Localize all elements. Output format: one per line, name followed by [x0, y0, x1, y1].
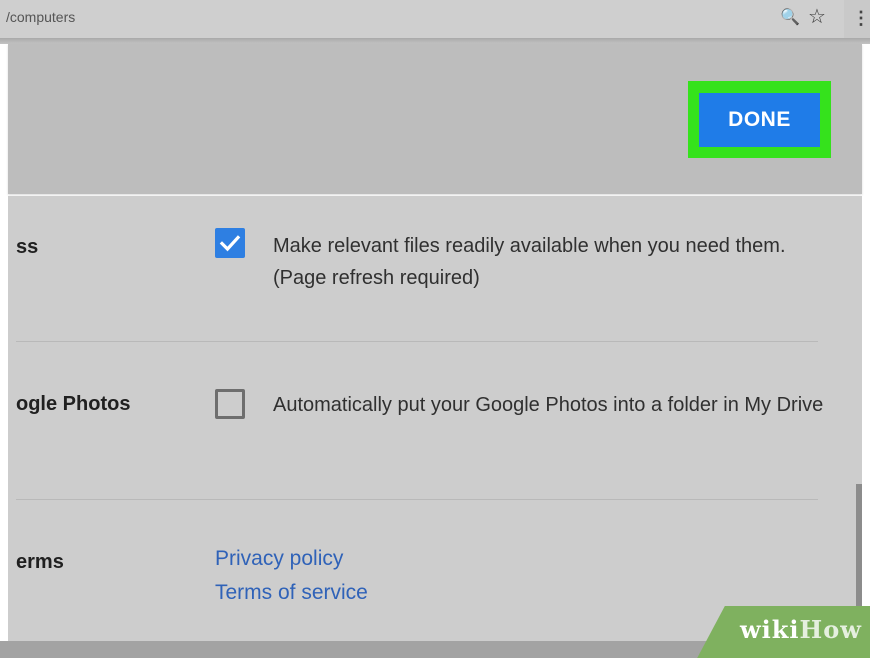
setting-title-google-photos: ogle Photos [16, 393, 131, 415]
setting-description-google-photos: Automatically put your Google Photos int… [273, 394, 824, 416]
zoom-icon[interactable]: 🔍 [780, 7, 800, 29]
menu-kebab-icon[interactable]: ⋮ [852, 7, 870, 29]
checkmark-icon [219, 235, 241, 252]
url-field[interactable]: /computers [0, 0, 844, 39]
watermark-part-wiki: wiki [740, 615, 800, 644]
divider [16, 499, 818, 500]
done-button[interactable]: DONE [699, 93, 820, 147]
terms-of-service-link[interactable]: Terms of service [215, 581, 368, 605]
star-icon[interactable]: ☆ [808, 5, 830, 29]
wikihow-watermark: wikiHow [740, 613, 862, 647]
browser-address-bar: /computers 🔍 ☆ ⋮ [0, 0, 870, 39]
offline-checkbox[interactable] [215, 228, 245, 258]
url-text: /computers [6, 9, 76, 25]
setting-title-offline: ss [16, 236, 39, 258]
google-photos-checkbox[interactable] [215, 389, 245, 419]
setting-description-offline: Make relevant files readily available wh… [273, 235, 786, 289]
divider [16, 341, 818, 342]
watermark-part-how: How [799, 615, 862, 644]
dialog-body: ss Make relevant files readily available… [8, 196, 862, 641]
terms-title: erms [16, 551, 64, 573]
screenshot-frame: /computers 🔍 ☆ ⋮ DONE ss Make relevant f… [0, 0, 870, 658]
privacy-policy-link[interactable]: Privacy policy [215, 547, 343, 571]
